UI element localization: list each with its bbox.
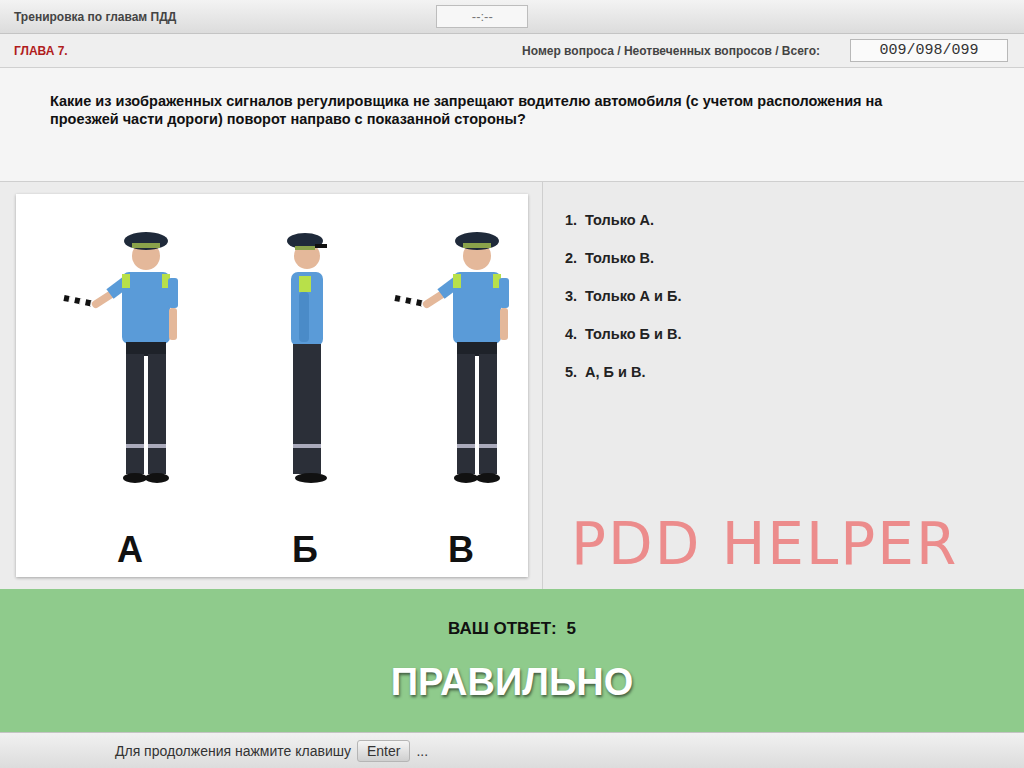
officer-side-icon xyxy=(235,222,375,522)
watermark: PDD HELPER xyxy=(571,513,1024,577)
your-answer-value: 5 xyxy=(567,619,576,639)
answer-option[interactable]: 2.Только В. xyxy=(565,250,1024,288)
question-image: А Б В xyxy=(16,194,528,577)
verdict: ПРАВИЛЬНО xyxy=(391,661,634,704)
answer-option[interactable]: 3.Только А и Б. xyxy=(565,288,1024,326)
footer: Для продолжения нажмите клавишу Enter... xyxy=(0,732,1024,768)
test-screen: Тренировка по главам ПДД --:-- ГЛАВА 7. Ном… xyxy=(0,0,1024,768)
question-counter: 009/098/099 xyxy=(850,39,1008,62)
answer-text: Только А. xyxy=(585,212,654,250)
officer-front-icon xyxy=(60,222,200,522)
answer-text: Только В. xyxy=(585,250,654,288)
figure-label: Б xyxy=(292,532,318,568)
answer-number: 5. xyxy=(565,364,577,402)
timer: --:-- xyxy=(436,5,528,28)
figure-label: А xyxy=(117,532,143,568)
answer-number: 2. xyxy=(565,250,577,288)
answer-option[interactable]: 5.А, Б и В. xyxy=(565,364,1024,402)
question-text: Какие из изображенных сигналов регулиров… xyxy=(50,92,900,128)
image-column: А Б В xyxy=(0,182,543,589)
figure-label: В xyxy=(448,532,474,568)
answer-option[interactable]: 4.Только Б и В. xyxy=(565,326,1024,364)
title: Тренировка по главам ПДД xyxy=(14,10,176,24)
content: А Б В 1.Только А.2.Только В.3.Только А и Б.… xyxy=(0,182,1024,589)
answer-number: 4. xyxy=(565,326,577,364)
title-bar: Тренировка по главам ПДД --:-- xyxy=(0,0,1024,34)
question-panel: Какие из изображенных сигналов регулиров… xyxy=(0,68,1024,182)
officer-figure: А xyxy=(30,222,230,577)
answer-text: Только А и Б. xyxy=(585,288,681,326)
footer-text: Для продолжения нажмите клавишу xyxy=(115,743,351,759)
info-row: ГЛАВА 7. Номер вопроса / Неотвеченных воп… xyxy=(0,34,1024,68)
counter-label: Номер вопроса / Неотвеченных вопросов / … xyxy=(522,44,820,58)
your-answer: ВАШ ОТВЕТ: 5 xyxy=(448,619,576,639)
answers-panel: 1.Только А.2.Только В.3.Только А и Б.4.Т… xyxy=(543,182,1024,589)
officer-front-icon xyxy=(391,222,531,522)
your-answer-label: ВАШ ОТВЕТ: xyxy=(448,619,557,639)
officer-figure: Б xyxy=(230,222,380,577)
answer-number: 3. xyxy=(565,288,577,326)
chapter-label: ГЛАВА 7. xyxy=(14,44,68,58)
answer-text: Только Б и В. xyxy=(585,326,681,364)
result-band: ВАШ ОТВЕТ: 5 ПРАВИЛЬНО xyxy=(0,589,1024,732)
officer-figure: В xyxy=(380,222,542,577)
answer-option[interactable]: 1.Только А. xyxy=(565,212,1024,250)
enter-key[interactable]: Enter xyxy=(357,740,410,762)
answer-number: 1. xyxy=(565,212,577,250)
footer-suffix: ... xyxy=(416,743,428,759)
answer-text: А, Б и В. xyxy=(585,364,645,402)
